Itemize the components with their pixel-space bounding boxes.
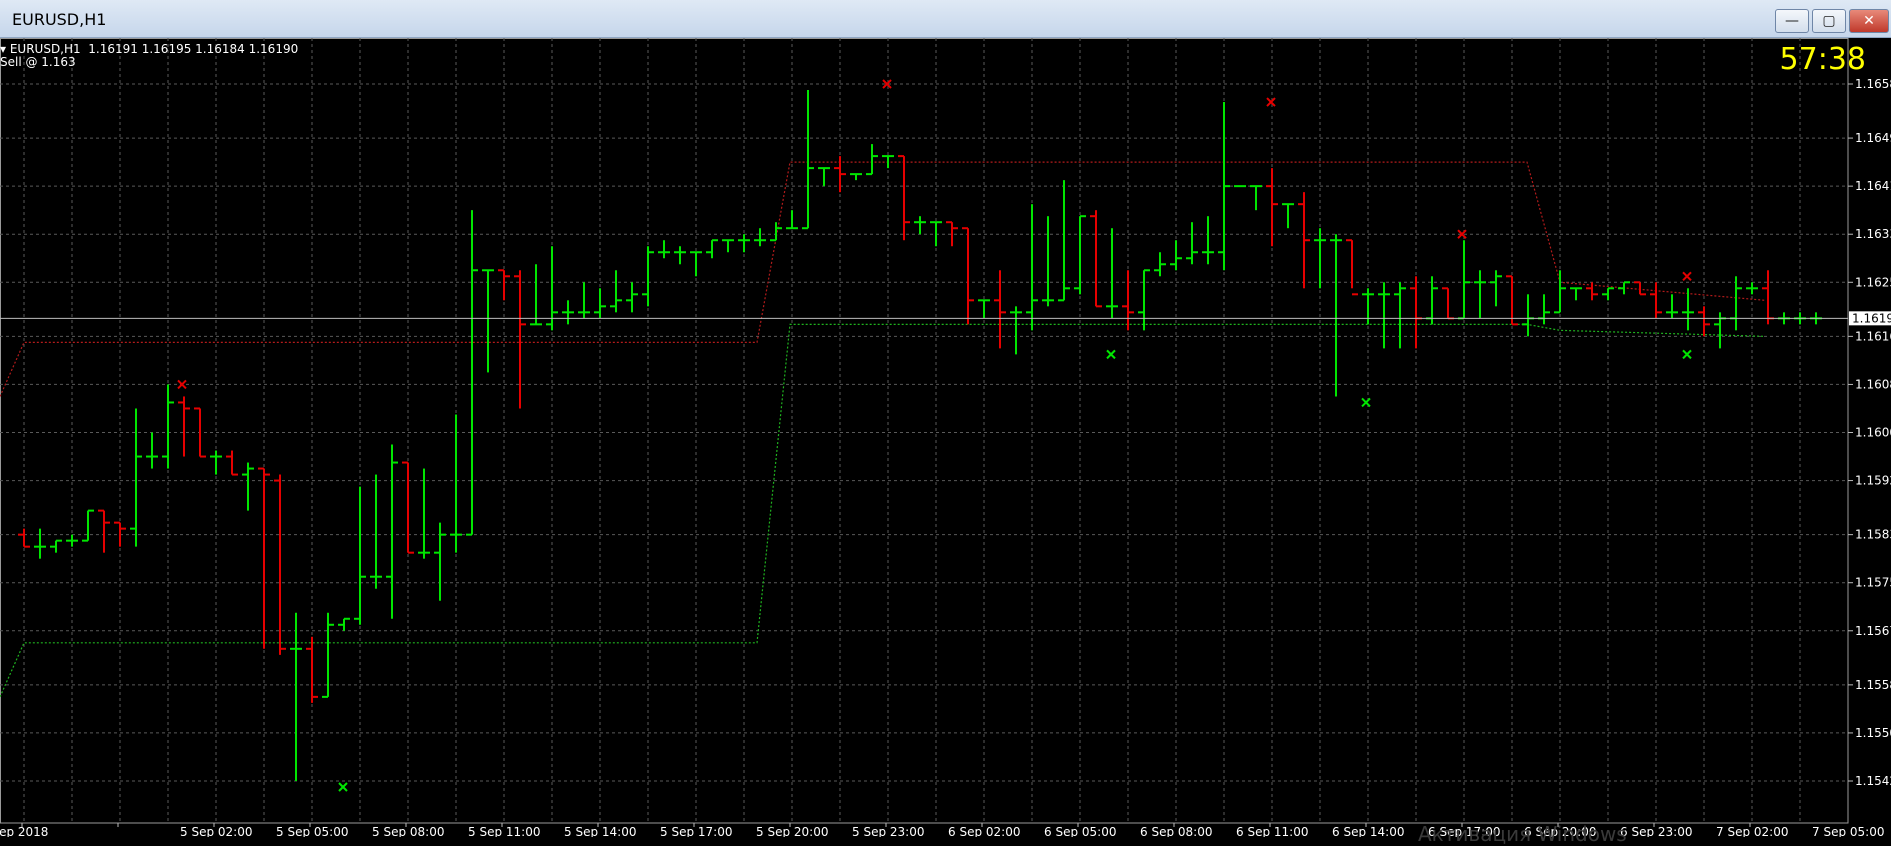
x-tick-label: 6 Sep 14:00 — [1332, 825, 1404, 837]
x-tick-label: 5 Sep 17:00 — [660, 825, 732, 837]
sell-signal-marker — [177, 379, 187, 390]
current-price-label: 1.1619 — [1852, 311, 1891, 325]
y-tick-label: 1.1649 — [1855, 131, 1891, 145]
chart-area[interactable]: 1.1658 1.1649 1.1641 1.1633 1.1625 1.1616 1.16… — [0, 38, 1891, 837]
x-tick-label: 5 Sep 05:00 — [276, 825, 348, 837]
x-tick-label: 7 Sep 02:00 — [1716, 825, 1788, 837]
x-tick-label: 5 Sep 2018 — [0, 825, 48, 837]
x-tick-label: 5 Sep 08:00 — [372, 825, 444, 837]
y-tick-label: 1.1567 — [1855, 624, 1891, 638]
maximize-button[interactable]: ▢ — [1812, 9, 1846, 33]
y-tick-label: 1.1625 — [1855, 275, 1891, 289]
x-tick-label: 5 Sep 02:00 — [180, 825, 252, 837]
y-tick-label: 1.1633 — [1855, 227, 1891, 241]
buy-signal-marker — [338, 782, 348, 792]
x-tick-label: 5 Sep 23:00 — [852, 825, 924, 837]
window-titlebar: EURUSD,H1 — ▢ ✕ — [0, 0, 1891, 38]
window-title: EURUSD,H1 — [12, 10, 107, 29]
sell-signal-marker — [1682, 271, 1692, 281]
x-tick-label: 5 Sep 20:00 — [756, 825, 828, 837]
y-tick-label: 1.1641 — [1855, 179, 1891, 193]
y-tick-label: 1.1616 — [1855, 329, 1891, 343]
price-chart[interactable]: 1.1658 1.1649 1.1641 1.1633 1.1625 1.1616 1.16… — [0, 38, 1891, 837]
buy-signal-marker — [1106, 349, 1116, 360]
y-tick-label: 1.1658 — [1855, 77, 1891, 91]
x-tick-label: 6 Sep 23:00 — [1620, 825, 1692, 837]
y-tick-label: 1.1608 — [1855, 377, 1891, 391]
x-tick-label: 6 Sep 02:00 — [948, 825, 1020, 837]
x-tick-label: 7 Sep 05:00 — [1812, 825, 1884, 837]
buy-signal-marker — [1682, 349, 1692, 360]
minimize-button[interactable]: — — [1775, 9, 1809, 33]
bar-countdown-timer: 57:38 — [1779, 42, 1866, 77]
chart-info: ▾ EURUSD,H1 1.16191 1.16195 1.16184 1.16… — [0, 43, 298, 69]
x-tick-label: 6 Sep 11:00 — [1236, 825, 1308, 837]
y-tick-label: 1.1592 — [1855, 474, 1891, 488]
y-tick-label: 1.1542 — [1855, 774, 1891, 788]
close-button[interactable]: ✕ — [1849, 9, 1889, 33]
sell-signal-marker — [1266, 97, 1276, 107]
order-line-label: Sell @ 1.163 — [0, 55, 76, 69]
x-tick-label: 6 Sep 05:00 — [1044, 825, 1116, 837]
x-tick-label: 5 Sep 14:00 — [564, 825, 636, 837]
plot-border — [0, 38, 1849, 824]
upper-channel-line — [0, 161, 1766, 397]
x-tick-label: 6 Sep 08:00 — [1140, 825, 1212, 837]
x-tick-label: 5 Sep 11:00 — [468, 825, 540, 837]
activation-watermark: Активация Windows — [1418, 822, 1627, 846]
y-tick-label: 1.1600 — [1855, 426, 1891, 440]
y-tick-label: 1.1583 — [1855, 528, 1891, 542]
y-tick-label: 1.1575 — [1855, 576, 1891, 590]
y-tick-label: 1.1558 — [1855, 678, 1891, 692]
y-tick-label: 1.1550 — [1855, 726, 1891, 740]
buy-signal-marker — [1361, 397, 1371, 408]
